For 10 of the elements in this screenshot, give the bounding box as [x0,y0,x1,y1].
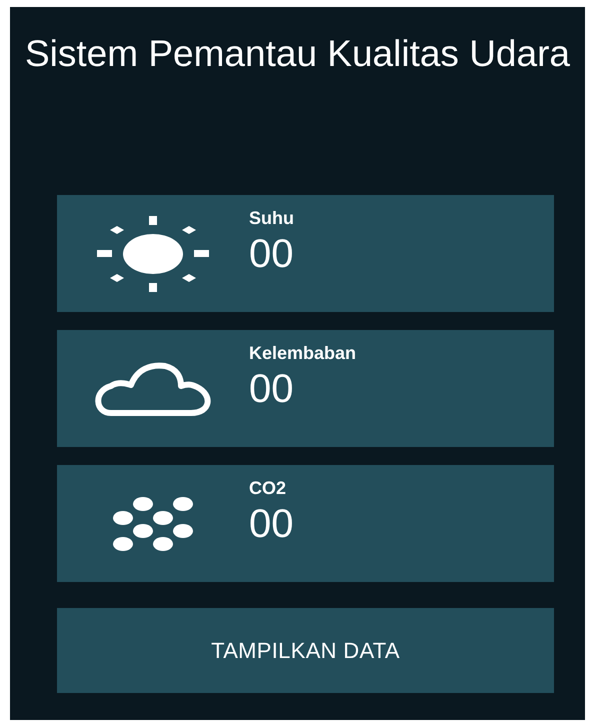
dots-icon [111,496,195,552]
sun-icon [97,216,209,292]
sensor-value: 00 [249,502,294,546]
sensor-label: Suhu [249,207,294,229]
sensor-value: 00 [249,367,294,411]
show-data-button[interactable]: TAMPILKAN DATA [57,608,554,693]
app-title: Sistem Pemantau Kualitas Udara [24,32,571,76]
sensor-label: CO2 [249,477,288,499]
sensor-value: 00 [249,232,294,276]
sensor-label: Kelembaban [249,342,356,364]
